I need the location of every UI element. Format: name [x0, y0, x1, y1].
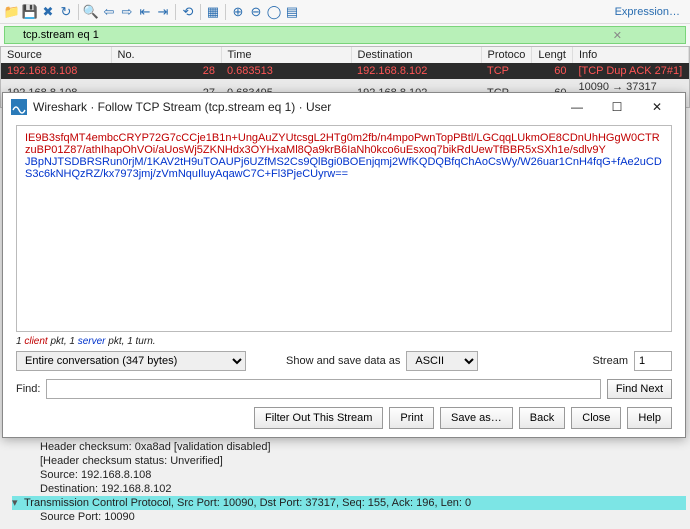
col-no[interactable]: No. [111, 47, 221, 63]
pkt-summary: 1 client pkt, 1 server pkt, 1 turn. [16, 336, 672, 347]
display-filter-input[interactable] [4, 26, 686, 44]
save-as-button[interactable]: Save as… [440, 407, 513, 429]
dialog-title: Wireshark · Follow TCP Stream (tcp.strea… [33, 100, 557, 114]
stream-content[interactable]: IE9B3sfqMT4embcCRYP72G7cCCje1B1n+UngAuZY… [16, 125, 672, 332]
col-source[interactable]: Source [1, 47, 111, 63]
maximize-button[interactable]: ☐ [597, 95, 637, 119]
find-label: Find: [16, 383, 40, 395]
detail-line-selected[interactable]: ▾Transmission Control Protocol, Src Port… [12, 496, 686, 510]
reload-icon[interactable]: ↻ [58, 4, 74, 20]
col-time[interactable]: Time [221, 47, 351, 63]
col-length[interactable]: Lengt [532, 47, 573, 63]
expand-caret-icon[interactable]: ▾ [12, 496, 24, 510]
print-button[interactable]: Print [389, 407, 434, 429]
follow-stream-dialog: Wireshark · Follow TCP Stream (tcp.strea… [2, 92, 686, 438]
packet-row[interactable]: 192.168.8.108 28 0.683513 192.168.8.102 … [1, 63, 689, 79]
go-prev-icon[interactable]: ⇦ [101, 4, 117, 20]
zoom-out-icon[interactable]: ⊖ [248, 4, 264, 20]
find-input[interactable] [46, 379, 600, 399]
show-as-select[interactable]: ASCII [406, 351, 478, 371]
col-info[interactable]: Info [572, 47, 688, 63]
back-button[interactable]: Back [519, 407, 565, 429]
conversation-select[interactable]: Entire conversation (347 bytes) [16, 351, 246, 371]
find-next-button[interactable]: Find Next [607, 379, 672, 399]
minimize-button[interactable]: — [557, 95, 597, 119]
dialog-titlebar: Wireshark · Follow TCP Stream (tcp.strea… [3, 93, 685, 121]
save-icon[interactable]: 💾 [22, 4, 38, 20]
detail-line[interactable]: Source Port: 10090 [12, 510, 686, 524]
client-data: IE9B3sfqMT4embcCRYP72G7cCCje1B1n+UngAuZY… [25, 132, 663, 156]
col-protocol[interactable]: Protoco [481, 47, 532, 63]
help-button[interactable]: Help [627, 407, 672, 429]
detail-line[interactable]: Destination: 192.168.8.102 [12, 482, 686, 496]
display-filter-bar: ▸ ✕ [0, 24, 690, 46]
go-last-icon[interactable]: ⇥ [155, 4, 171, 20]
close-window-button[interactable]: ✕ [637, 95, 677, 119]
auto-scroll-icon[interactable]: ⟲ [180, 4, 196, 20]
open-icon[interactable]: 📁 [4, 4, 20, 20]
resize-columns-icon[interactable]: ▤ [284, 4, 300, 20]
show-as-label: Show and save data as [286, 355, 400, 367]
packet-details[interactable]: Header checksum: 0xa8ad [validation disa… [12, 440, 686, 524]
find-icon[interactable]: 🔍 [83, 4, 99, 20]
main-toolbar: 📁 💾 ✖ ↻ 🔍 ⇦ ⇨ ⇤ ⇥ ⟲ ▦ ⊕ ⊖ ◯ ▤ Expression… [0, 0, 690, 24]
close-file-icon[interactable]: ✖ [40, 4, 56, 20]
col-destination[interactable]: Destination [351, 47, 481, 63]
stream-number-input[interactable] [634, 351, 672, 371]
filter-out-button[interactable]: Filter Out This Stream [254, 407, 383, 429]
go-next-icon[interactable]: ⇨ [119, 4, 135, 20]
go-first-icon[interactable]: ⇤ [137, 4, 153, 20]
detail-line[interactable]: Header checksum: 0xa8ad [validation disa… [12, 440, 686, 454]
filter-clear-icon[interactable]: ✕ [613, 29, 622, 42]
wireshark-icon [11, 99, 27, 115]
zoom-reset-icon[interactable]: ◯ [266, 4, 282, 20]
stream-label: Stream [593, 355, 628, 367]
close-button[interactable]: Close [571, 407, 621, 429]
server-data: JBpNJTSDBRSRun0rjM/1KAV2tH9uTOAUPj6UZfMS… [25, 156, 663, 180]
colorize-icon[interactable]: ▦ [205, 4, 221, 20]
detail-line[interactable]: Source: 192.168.8.108 [12, 468, 686, 482]
detail-line[interactable]: [Header checksum status: Unverified] [12, 454, 686, 468]
packet-list-header: Source No. Time Destination Protoco Leng… [1, 47, 689, 63]
zoom-in-icon[interactable]: ⊕ [230, 4, 246, 20]
expression-link[interactable]: Expression… [609, 6, 686, 18]
